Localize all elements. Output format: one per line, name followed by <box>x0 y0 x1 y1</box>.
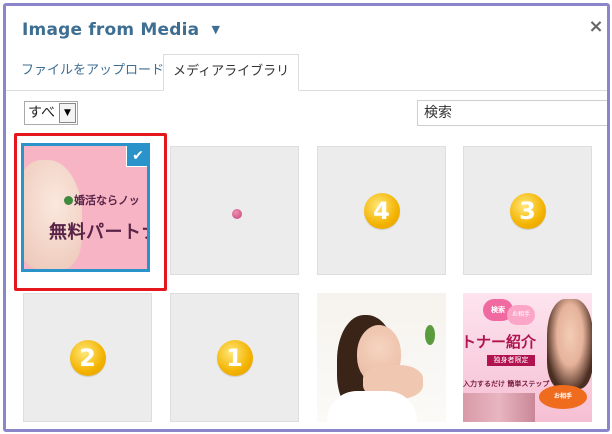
promo-woman-photo <box>547 299 592 389</box>
media-item-promo[interactable]: 検索 お相手 トナー紹介 独身者限定 入力するだけ 簡単ステップ お相手 <box>463 293 592 422</box>
photo-shirt <box>327 391 417 422</box>
heart-icon-small: お相手 <box>507 305 535 325</box>
plant-icon <box>425 325 435 345</box>
caret-down-icon[interactable]: ▼ <box>211 23 220 36</box>
promo-people-photo <box>463 393 535 422</box>
number-badge-2: 2 <box>69 339 106 376</box>
promo-badge: お相手 <box>539 385 587 409</box>
promo-subtitle: 独身者限定 <box>487 355 535 366</box>
search-input[interactable]: 検索 <box>417 100 607 126</box>
tab-media-library[interactable]: メディアライブラリ <box>163 54 300 91</box>
chevron-down-icon[interactable]: ▼ <box>59 103 76 123</box>
media-item-number-2[interactable]: 2 <box>23 293 152 422</box>
pink-dot-icon <box>232 209 242 219</box>
number-badge-3: 3 <box>509 192 546 229</box>
media-modal: Image from Media ▼ × ファイルをアップロード メディアライブ… <box>3 3 610 432</box>
promo-steps: 入力するだけ 簡単ステップ <box>463 380 550 388</box>
media-item-photo-woman[interactable] <box>317 293 446 422</box>
filter-select[interactable]: すべ ▼ <box>24 101 78 125</box>
media-item-number-3[interactable]: 3 <box>463 146 592 275</box>
media-item-number-4[interactable]: 4 <box>317 146 446 275</box>
close-icon[interactable]: × <box>588 18 604 36</box>
selection-highlight <box>14 133 167 291</box>
media-item-dot[interactable] <box>170 146 299 275</box>
modal-title[interactable]: Image from Media ▼ <box>22 20 220 40</box>
modal-title-text: Image from Media <box>22 20 200 40</box>
filter-selected-value: すべ <box>28 105 56 121</box>
number-badge-1: 1 <box>216 339 253 376</box>
tab-upload-files[interactable]: ファイルをアップロード <box>12 54 173 88</box>
media-item-number-1[interactable]: 1 <box>170 293 299 422</box>
modal-header: Image from Media ▼ × <box>6 6 607 54</box>
promo-title: トナー紹介 <box>463 333 537 351</box>
number-badge-4: 4 <box>363 192 400 229</box>
media-tabs: ファイルをアップロード メディアライブラリ <box>6 54 607 91</box>
